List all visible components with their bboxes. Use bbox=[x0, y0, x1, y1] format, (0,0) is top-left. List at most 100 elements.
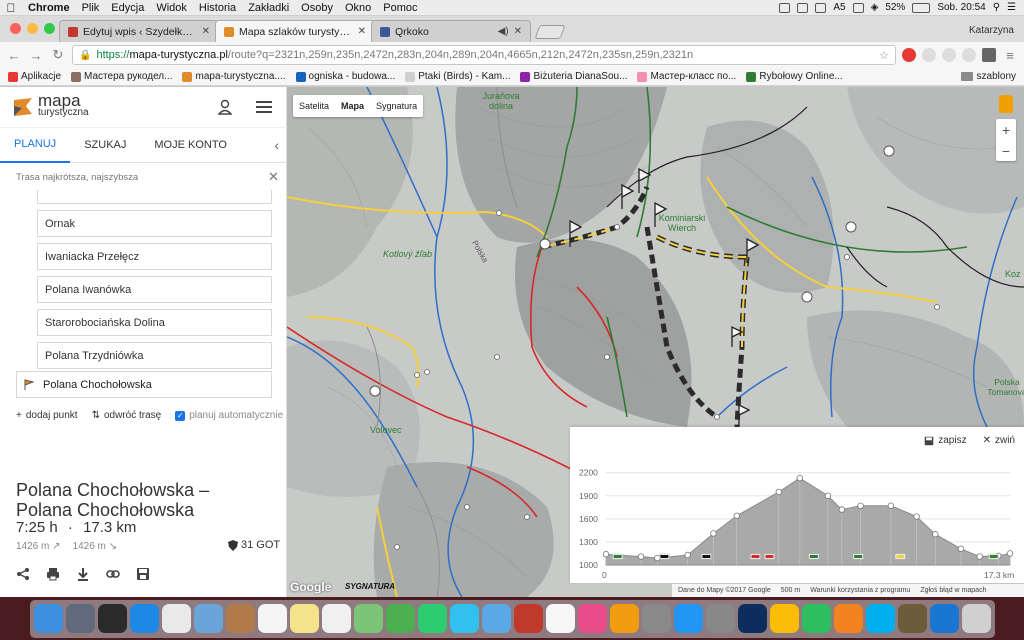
waypoint-field[interactable]: Polana Trzydniówka bbox=[37, 342, 272, 369]
close-tab-icon[interactable]: ✕ bbox=[514, 26, 522, 37]
chrome-menu-icon[interactable]: ≡ bbox=[1002, 48, 1018, 63]
preview-icon[interactable] bbox=[193, 604, 223, 633]
tab-search[interactable]: SZUKAJ bbox=[70, 127, 140, 163]
menu-history[interactable]: Historia bbox=[193, 2, 242, 14]
menu-help[interactable]: Pomoc bbox=[377, 2, 423, 14]
downloads-icon[interactable] bbox=[929, 604, 959, 633]
lock-icon[interactable]: 🔒 bbox=[79, 50, 91, 61]
safari-icon[interactable] bbox=[129, 604, 159, 633]
route-type-label[interactable]: Trasa najkrótsza, najszybsza bbox=[16, 172, 138, 183]
a5-indicator[interactable]: A5 bbox=[833, 2, 845, 13]
bookmark-star-icon[interactable]: ☆ bbox=[879, 49, 889, 62]
menu-people[interactable]: Osoby bbox=[295, 2, 339, 14]
vlc-icon[interactable] bbox=[833, 604, 863, 633]
ibooks-icon[interactable] bbox=[609, 604, 639, 633]
clock[interactable]: Sob. 20:54 bbox=[937, 2, 985, 13]
menu-bookmarks[interactable]: Zakładki bbox=[242, 2, 295, 14]
photos-app-icon[interactable] bbox=[385, 604, 415, 633]
notes-icon[interactable] bbox=[289, 604, 319, 633]
browser-tab-active[interactable]: Mapa szlaków turystycznych ✕ bbox=[215, 20, 375, 42]
reload-icon[interactable]: ↻ bbox=[50, 47, 66, 63]
zoom-out-button[interactable]: − bbox=[1002, 143, 1010, 159]
extension-icon[interactable] bbox=[922, 48, 936, 62]
photo-booth-icon[interactable] bbox=[513, 604, 543, 633]
print-icon[interactable] bbox=[46, 567, 60, 581]
itunes-icon[interactable] bbox=[577, 604, 607, 633]
link-icon[interactable] bbox=[106, 567, 120, 581]
close-tab-icon[interactable]: ✕ bbox=[358, 26, 366, 37]
opera-extension-icon[interactable] bbox=[902, 48, 916, 62]
menu-file[interactable]: Plik bbox=[76, 2, 106, 14]
bookmark-item[interactable]: mapa-turystyczna.... bbox=[182, 71, 286, 82]
new-tab-button[interactable] bbox=[534, 25, 566, 39]
photoshop-icon[interactable] bbox=[737, 604, 767, 633]
tab-my-account[interactable]: MOJE KONTO bbox=[140, 127, 241, 163]
bookmark-folder[interactable]: szablony bbox=[960, 71, 1016, 82]
system-preferences-icon[interactable] bbox=[705, 604, 735, 633]
terms-link[interactable]: Warunki korzystania z programu bbox=[810, 587, 910, 594]
zoom-window-button[interactable] bbox=[44, 23, 55, 34]
calendar-icon[interactable] bbox=[257, 604, 287, 633]
address-bar[interactable]: 🔒 https://mapa-turystyczna.pl/route?q=23… bbox=[72, 45, 896, 65]
menu-edit[interactable]: Edycja bbox=[105, 2, 150, 14]
elevation-chart[interactable]: 1000 1300 1600 1900 2200 bbox=[570, 427, 1024, 583]
mute-tab-icon[interactable]: ◀) bbox=[498, 26, 509, 37]
dropbox-icon[interactable] bbox=[797, 2, 809, 13]
gimp-icon[interactable] bbox=[897, 604, 927, 633]
site-logo[interactable]: mapa turystyczna bbox=[12, 92, 89, 119]
bookmark-item[interactable]: Biżuteria DianaSou... bbox=[520, 71, 627, 82]
facetime-icon[interactable] bbox=[417, 604, 447, 633]
report-error-link[interactable]: Zgłoś błąd w mapach bbox=[920, 587, 986, 594]
map-type-map[interactable]: Mapa bbox=[335, 101, 370, 111]
back-icon[interactable]: ← bbox=[6, 48, 22, 63]
profile-name[interactable]: Katarzyna bbox=[969, 25, 1024, 42]
mission-control-icon[interactable] bbox=[97, 604, 127, 633]
bookmark-item[interactable]: Мастера рукодел... bbox=[71, 71, 172, 82]
chrome-icon[interactable] bbox=[769, 604, 799, 633]
user-account-icon[interactable] bbox=[218, 99, 232, 115]
close-window-button[interactable] bbox=[10, 23, 21, 34]
contacts-icon[interactable] bbox=[225, 604, 255, 633]
reverse-route-button[interactable]: ⇅ odwróć trasę bbox=[92, 410, 162, 421]
hamburger-menu-icon[interactable] bbox=[256, 101, 272, 113]
waypoint-field[interactable]: Ornak bbox=[37, 210, 272, 237]
status-icon[interactable] bbox=[815, 2, 827, 13]
status-icon[interactable] bbox=[852, 2, 864, 13]
share-icon[interactable] bbox=[16, 567, 30, 581]
add-point-button[interactable]: + dodaj punkt bbox=[16, 410, 78, 421]
bookmark-item[interactable]: Ptaki (Birds) - Kam... bbox=[405, 71, 510, 82]
search-icon[interactable]: ⚲ bbox=[993, 2, 1000, 13]
extension-icon[interactable] bbox=[962, 48, 976, 62]
map-scale[interactable]: 500 m bbox=[781, 587, 800, 594]
map-type-sygnatura[interactable]: Sygnatura bbox=[370, 101, 423, 111]
launch-icon[interactable] bbox=[161, 604, 191, 633]
map-data-credit[interactable]: Dane do Mapy ©2017 Google bbox=[678, 587, 771, 594]
zoom-in-button[interactable]: + bbox=[1002, 122, 1010, 138]
waypoint-field[interactable]: Iwaniacka Przełęcz bbox=[37, 243, 272, 270]
tab-plan[interactable]: PLANUJ bbox=[0, 127, 71, 163]
auto-plan-checkbox[interactable]: ✓ planuj automatycznie bbox=[175, 410, 283, 421]
trash-icon[interactable] bbox=[961, 604, 991, 633]
menu-view[interactable]: Widok bbox=[150, 2, 193, 14]
collapse-sidebar-icon[interactable]: ‹ bbox=[274, 137, 287, 153]
status-icon[interactable] bbox=[779, 2, 791, 13]
close-tab-icon[interactable]: ✕ bbox=[202, 26, 210, 37]
image-capture-icon[interactable] bbox=[641, 604, 671, 633]
finder-icon[interactable] bbox=[33, 604, 63, 633]
waypoint-field-partial[interactable] bbox=[37, 190, 272, 204]
skype-icon[interactable] bbox=[865, 604, 895, 633]
battery-percent[interactable]: 52% bbox=[885, 2, 905, 13]
app-store-icon[interactable] bbox=[673, 604, 703, 633]
destination-field[interactable]: Polana Chochołowska bbox=[16, 371, 272, 398]
battery-icon[interactable] bbox=[912, 2, 931, 13]
forward-icon[interactable]: → bbox=[28, 48, 44, 63]
extension-icon[interactable] bbox=[942, 48, 956, 62]
cast-icon[interactable] bbox=[982, 48, 996, 62]
launchpad-icon[interactable] bbox=[65, 604, 95, 633]
menu-window[interactable]: Okno bbox=[339, 2, 377, 14]
wifi-icon[interactable]: ◈ bbox=[871, 2, 879, 13]
map-type-satellite[interactable]: Satelita bbox=[293, 101, 335, 111]
notifications-icon[interactable]: ☰ bbox=[1007, 2, 1016, 13]
bookmark-apps[interactable]: Aplikacje bbox=[8, 71, 61, 82]
bookmark-item[interactable]: Rybołowy Online... bbox=[746, 71, 843, 82]
